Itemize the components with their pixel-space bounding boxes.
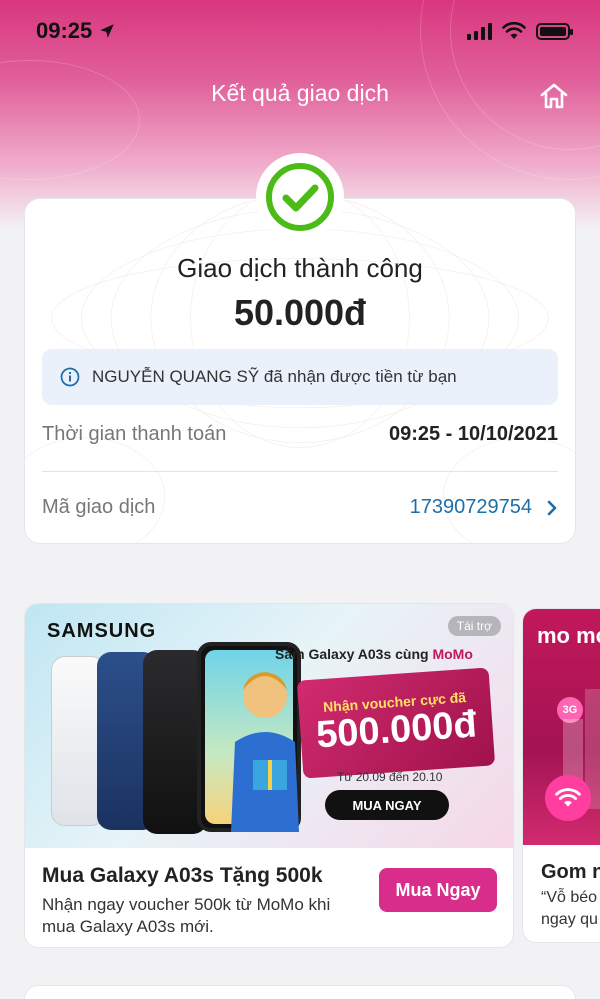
banner-buy-now-button[interactable]: MUA NGAY (325, 790, 449, 820)
samsung-logo: SAMSUNG (47, 620, 157, 642)
promo-title-2: Gom n (541, 861, 600, 883)
promo-title: Mua Galaxy A03s Tặng 500k (42, 864, 323, 887)
location-arrow-icon (100, 24, 115, 38)
promo-banner-image-2[interactable]: mo mo 3G (523, 609, 600, 845)
transaction-amount: 50.000đ (233, 292, 367, 333)
home-button[interactable] (538, 80, 570, 112)
info-icon (60, 367, 80, 387)
wifi-icon (502, 22, 526, 39)
status-time: 09:25 (36, 18, 116, 44)
promo-description: Nhận ngay voucher 500k từ MoMo khi mua G… (42, 895, 331, 936)
banner-headline-text: Sắm Galaxy A03s cùng (275, 646, 429, 662)
wifi-icon (555, 788, 581, 807)
promo-description-2-line1: “Vỗ béo (541, 889, 598, 906)
promo-description-2-line2: ngay qu (541, 911, 598, 928)
info-message: NGUYỄN QUANG SỸ đã nhận được tiền từ bạn (92, 367, 457, 386)
momo-logo: mo mo (537, 623, 600, 648)
promo-description-2: “Vỗ béo ngay qu (541, 887, 598, 931)
promo-card-momo[interactable]: mo mo 3G Gom n “Vỗ béo ngay qu (522, 608, 600, 943)
battery-icon (536, 22, 573, 40)
info-banner: NGUYỄN QUANG SỸ đã nhận được tiền từ bạn (42, 349, 558, 405)
clock-text: 09:25 (36, 18, 93, 43)
payment-time-label: Thời gian thanh toán (42, 423, 227, 445)
transaction-id-row[interactable]: Mã giao dịch 17390729754 (42, 496, 558, 519)
payment-time-value: 09:25 - 10/10/2021 (388, 423, 558, 445)
check-circle-icon (266, 163, 334, 231)
sponsored-badge: Tài trợ (447, 616, 501, 636)
transaction-id-value: 17390729754 (409, 496, 532, 518)
transaction-id-link[interactable]: 17390729754 (410, 496, 558, 519)
voucher-tag: Nhận voucher cực đã 500.000đ (296, 667, 496, 779)
banner-headline-brand: MoMo (432, 646, 473, 662)
status-bar: 09:25 (0, 0, 600, 62)
next-card-peek (24, 985, 576, 999)
chevron-right-icon (547, 500, 557, 515)
status-icons (467, 22, 573, 40)
home-icon (540, 83, 568, 109)
page-title: Kết quả giao dịch (211, 80, 389, 106)
buy-now-button[interactable]: Mua Ngay (379, 868, 497, 912)
promo-date-range: Từ 20.09 đến 20.10 (337, 770, 443, 784)
success-badge (256, 153, 344, 241)
payment-time-row: Thời gian thanh toán 09:25 - 10/10/2021 (42, 423, 558, 446)
cellular-signal-icon (467, 22, 492, 40)
banner-headline: Sắm Galaxy A03s cùng MoMo (275, 646, 473, 662)
transaction-status: Giao dịch thành công (177, 253, 423, 283)
wifi-badge (545, 775, 591, 821)
voucher-amount: 500.000đ (314, 703, 479, 757)
transaction-id-label: Mã giao dịch (42, 496, 156, 518)
row-divider (42, 471, 558, 472)
promo-banner-image[interactable]: SAMSUNG Tài trợ Sắm Galaxy A03s cùng MoM… (25, 604, 513, 848)
promo-card-galaxy[interactable]: SAMSUNG Tài trợ Sắm Galaxy A03s cùng MoM… (24, 603, 514, 948)
